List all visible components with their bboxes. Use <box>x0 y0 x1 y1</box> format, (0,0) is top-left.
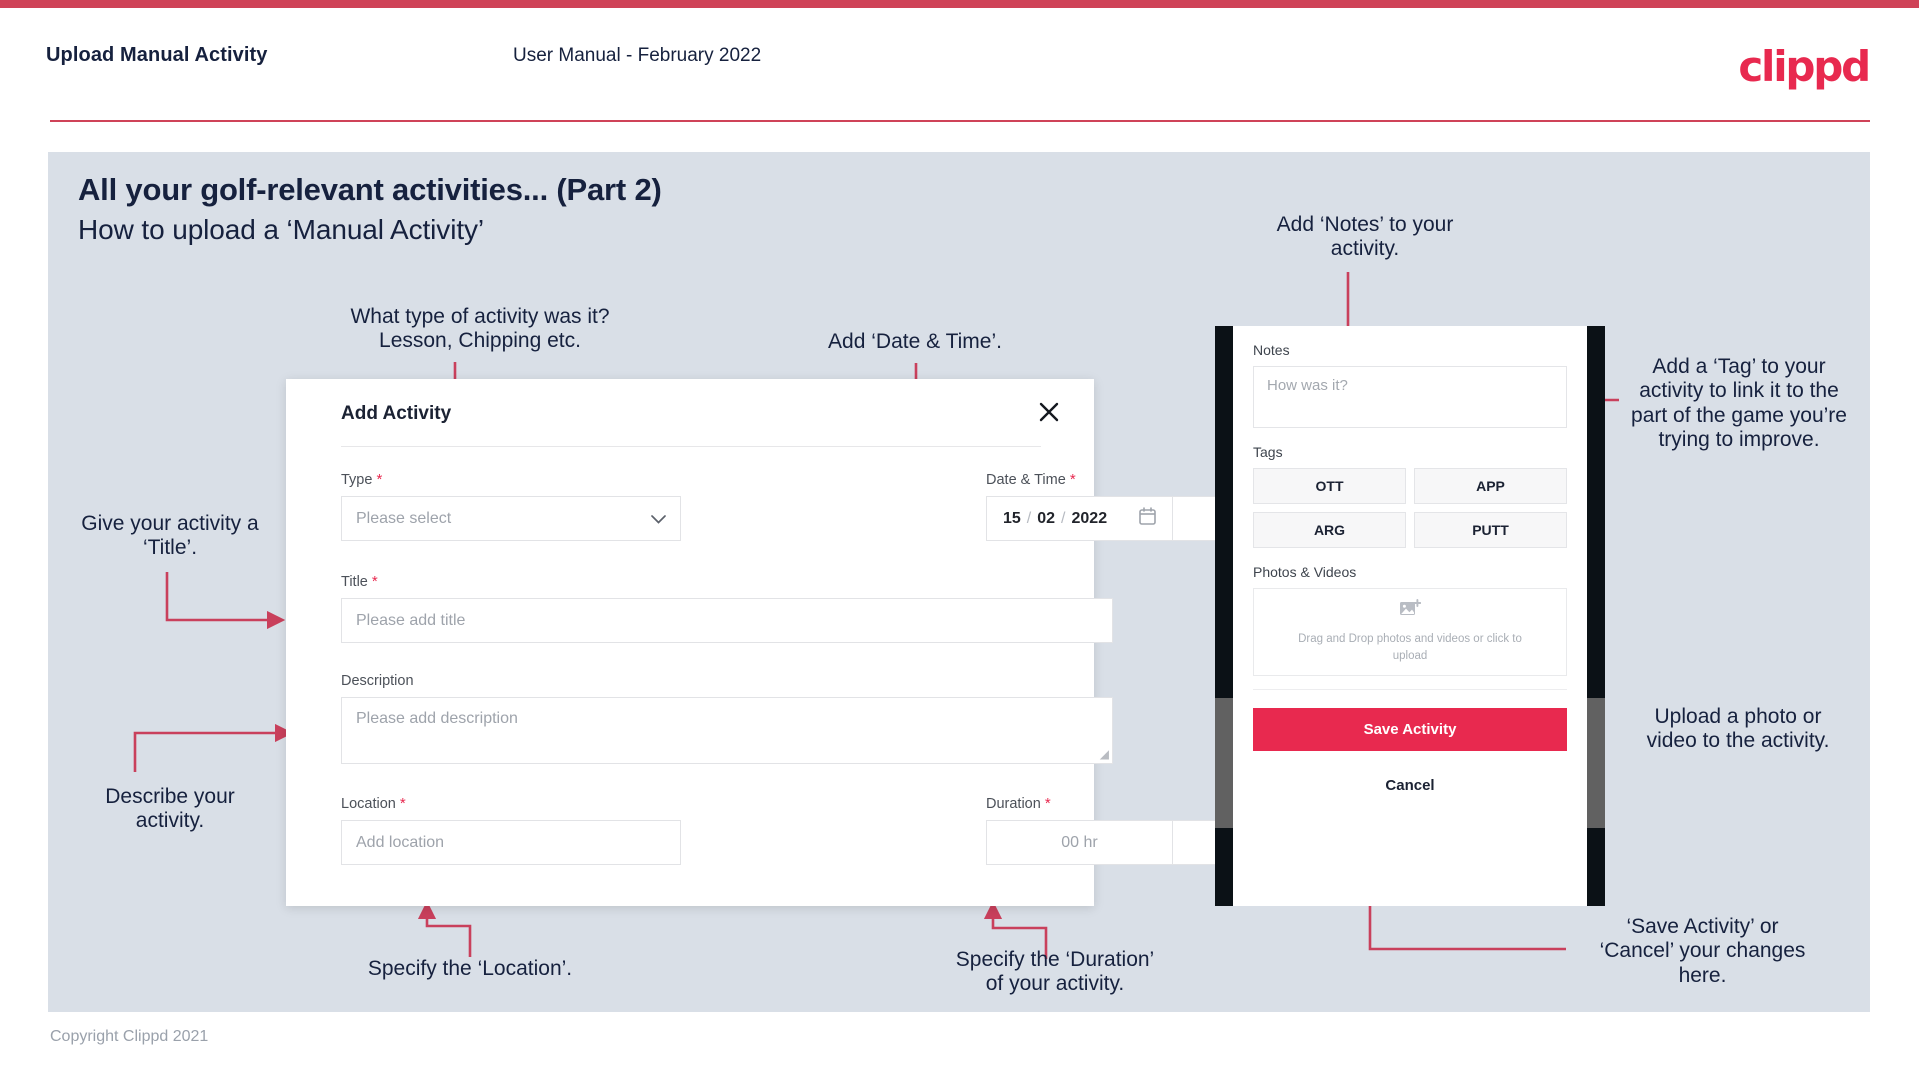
slide-title: All your golf-relevant activities... (Pa… <box>78 172 662 207</box>
phone-divider <box>1253 689 1567 690</box>
duration-hours-input[interactable]: 00 hr <box>986 820 1173 865</box>
slide-subtitle: How to upload a ‘Manual Activity’ <box>78 214 485 245</box>
photo-upload-dropzone[interactable]: Drag and Drop photos and videos or click… <box>1253 588 1567 676</box>
title-input[interactable]: Please add title <box>341 598 1113 643</box>
slide-page: Upload Manual Activity User Manual - Feb… <box>0 0 1919 1079</box>
date-sep: / <box>1061 509 1066 527</box>
required-asterisk: * <box>371 573 378 590</box>
required-asterisk: * <box>1044 795 1051 812</box>
annotation-notes: Add ‘Notes’ to your activity. <box>1276 213 1454 261</box>
top-accent-bar <box>0 0 1919 8</box>
clippd-logo: clippd <box>1738 42 1871 91</box>
location-placeholder: Add location <box>356 833 445 851</box>
cancel-button[interactable]: Cancel <box>1253 777 1567 794</box>
header-center-title: User Manual - February 2022 <box>513 45 762 66</box>
tag-button-ott[interactable]: OTT <box>1253 468 1406 504</box>
label-title: Title * <box>341 573 378 590</box>
tags-grid: OTT APP ARG PUTT <box>1253 468 1567 548</box>
annotation-description: Describe your activity. <box>105 785 235 833</box>
description-textarea[interactable]: Please add description ◢ <box>341 697 1113 764</box>
date-day: 15 <box>1003 509 1021 527</box>
required-asterisk: * <box>1069 471 1076 488</box>
phone-screen: Notes How was it? Tags OTT APP ARG PUTT … <box>1233 326 1587 906</box>
required-asterisk: * <box>376 471 383 488</box>
annotation-location: Specify the ‘Location’. <box>367 957 573 980</box>
annotation-type: What type of activity was it? Lesson, Ch… <box>350 305 610 353</box>
annotation-duration: Specify the ‘Duration’ of your activity. <box>955 948 1155 996</box>
annotation-datetime: Add ‘Date & Time’. <box>828 330 1002 353</box>
label-photos-videos: Photos & Videos <box>1253 564 1357 580</box>
label-tags: Tags <box>1253 444 1283 460</box>
dropzone-text: Drag and Drop photos and videos or click… <box>1298 633 1522 662</box>
notes-placeholder: How was it? <box>1267 377 1348 394</box>
label-location: Location * <box>341 795 406 812</box>
field-title: Title * Please add title <box>341 573 1113 643</box>
annotation-title: Give your activity a ‘Title’. <box>81 512 259 560</box>
label-description: Description <box>341 673 414 689</box>
add-image-icon <box>1399 599 1422 624</box>
type-select[interactable]: Please select <box>341 496 681 541</box>
resize-handle-icon[interactable]: ◢ <box>1100 747 1109 761</box>
description-placeholder: Please add description <box>356 710 518 727</box>
header-left-title: Upload Manual Activity <box>46 44 268 66</box>
label-type: Type * <box>341 471 383 488</box>
field-type: Type * Please select <box>341 471 681 541</box>
dialog-divider <box>341 446 1041 447</box>
field-location: Location * Add location <box>341 795 681 865</box>
header-divider <box>50 120 1870 122</box>
dialog-title: Add Activity <box>341 403 452 424</box>
title-input-placeholder: Please add title <box>356 611 466 629</box>
date-input[interactable]: 15 / 02 / 2022 <box>986 496 1173 541</box>
phone-bezel-left <box>1215 326 1233 906</box>
add-activity-dialog: Add Activity Type * Please select Date &… <box>286 379 1360 906</box>
notes-textarea[interactable]: How was it? <box>1253 366 1567 428</box>
annotation-upload: Upload a photo or video to the activity. <box>1646 705 1830 753</box>
date-year: 2022 <box>1071 509 1108 527</box>
label-notes: Notes <box>1253 342 1290 358</box>
field-description: Description Please add description ◢ <box>341 673 1113 764</box>
footer-copyright: Copyright Clippd 2021 <box>50 1028 209 1045</box>
save-activity-button[interactable]: Save Activity <box>1253 708 1567 751</box>
date-sep: / <box>1026 509 1032 527</box>
date-month: 02 <box>1037 509 1056 527</box>
tag-button-putt[interactable]: PUTT <box>1414 512 1567 548</box>
calendar-icon[interactable] <box>1139 507 1156 530</box>
required-asterisk: * <box>399 795 406 812</box>
chevron-down-icon <box>651 511 666 527</box>
type-select-value: Please select <box>356 509 452 527</box>
annotation-save: ‘Save Activity’ or ‘Cancel’ your changes… <box>1599 915 1806 987</box>
dialog-header: Add Activity <box>286 379 1094 447</box>
annotation-tags: Add a ‘Tag’ to your activity to link it … <box>1631 355 1847 452</box>
phone-mockup: Notes How was it? Tags OTT APP ARG PUTT … <box>1215 326 1605 906</box>
tag-button-arg[interactable]: ARG <box>1253 512 1406 548</box>
phone-bezel-right <box>1587 326 1605 906</box>
location-input[interactable]: Add location <box>341 820 681 865</box>
close-icon[interactable] <box>1032 395 1066 429</box>
tag-button-app[interactable]: APP <box>1414 468 1567 504</box>
